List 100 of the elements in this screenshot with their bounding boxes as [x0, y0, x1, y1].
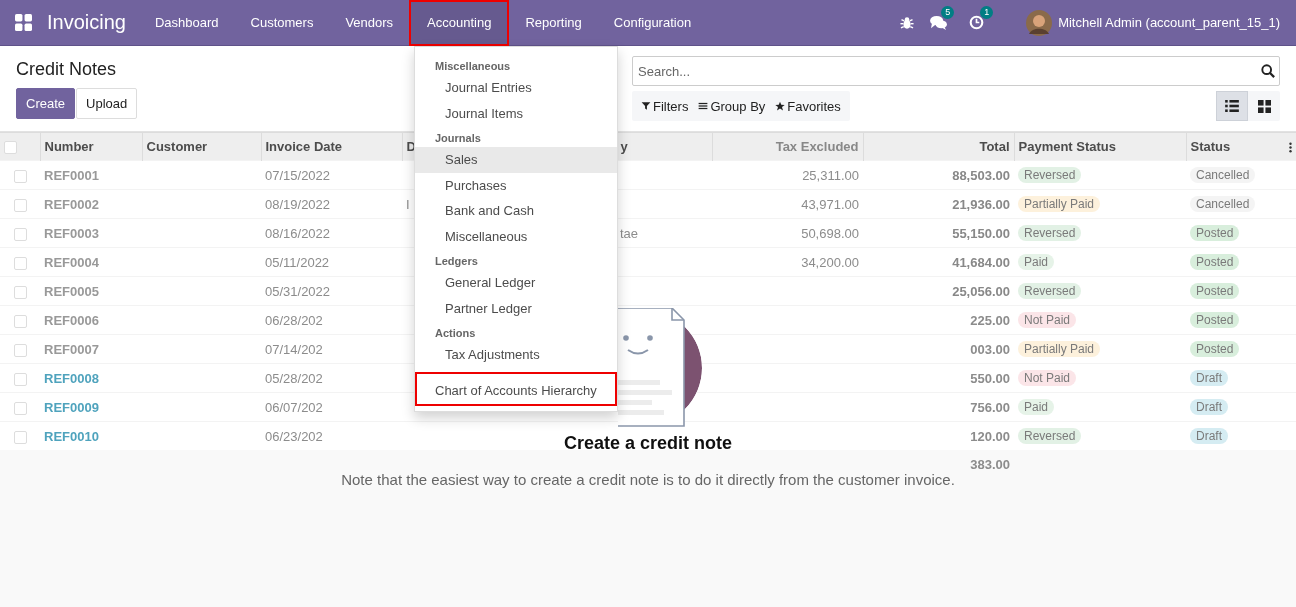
table-cell: REF0002 — [44, 196, 99, 212]
menu-item[interactable]: Journal Items — [415, 100, 617, 126]
row-checkbox[interactable] — [13, 372, 27, 386]
table-cell: REF0003 — [44, 225, 99, 241]
menu-item[interactable]: Purchases — [415, 172, 617, 198]
table-cell: 08/19/2022 — [265, 196, 331, 212]
status-tag: Posted — [1190, 254, 1240, 270]
column-header[interactable]: Payment Status — [1014, 132, 1186, 161]
status-tag: Posted — [1190, 283, 1240, 299]
list-view-icon — [1225, 100, 1239, 112]
status-tag: Posted — [1190, 225, 1240, 241]
payment-status-tag: Partially Paid — [1018, 341, 1101, 357]
payment-status-tag: Partially Paid — [1018, 196, 1101, 212]
table-cell: 43,971.00 — [801, 196, 859, 212]
row-checkbox[interactable] — [13, 227, 27, 241]
table-cell: 05/11/2022 — [265, 254, 330, 270]
create-button[interactable]: Create — [16, 88, 76, 119]
view-switch-button[interactable] — [1216, 91, 1248, 121]
table-cell: 07/15/2022 — [265, 167, 331, 183]
row-checkbox[interactable] — [13, 343, 27, 357]
filter-icon — [641, 101, 651, 111]
search-field[interactable]: Search... — [632, 56, 1280, 86]
menu-section-header: Miscellaneous — [434, 59, 512, 74]
column-header[interactable]: Invoice Date — [261, 132, 402, 161]
table-cell: REF0007 — [44, 341, 99, 357]
table-cell: 25,056.00 — [952, 283, 1010, 299]
table-cell: 07/14/202 — [265, 341, 323, 357]
status-tag: Posted — [1190, 341, 1240, 357]
menu-item[interactable]: General Ledger — [415, 270, 617, 296]
status-tag: Draft — [1190, 370, 1228, 386]
table-cell: 756.00 — [970, 399, 1010, 415]
nav-menu-item[interactable]: Reporting — [509, 0, 598, 46]
row-checkbox[interactable] — [13, 430, 27, 444]
notification-badge: 5 — [941, 6, 955, 19]
column-header[interactable]: Customer — [142, 132, 261, 161]
nav-menu-item[interactable]: Configuration — [597, 0, 708, 46]
bug-icon[interactable] — [900, 15, 915, 30]
table-cell: 06/07/202 — [265, 399, 323, 415]
table-cell: 50,698.00 — [801, 225, 859, 241]
app-title: Invoicing — [47, 11, 126, 34]
column-header[interactable]: Number — [40, 132, 142, 161]
table-cell: 41,684.00 — [952, 254, 1010, 270]
more-options-icon[interactable] — [1289, 142, 1292, 153]
table-cell: 550.00 — [970, 370, 1010, 386]
menu-item[interactable]: Tax Adjustments — [415, 342, 617, 368]
table-cell: 55,150.00 — [952, 225, 1010, 241]
user-name[interactable]: Mitchell Admin (account_parent_15_1) — [1058, 15, 1280, 30]
column-header[interactable]: Status — [1186, 132, 1296, 161]
payment-status-tag: Not Paid — [1018, 370, 1077, 386]
row-checkbox[interactable] — [13, 198, 27, 212]
nav-menu-item[interactable]: Vendors — [329, 0, 410, 46]
row-checkbox[interactable] — [13, 256, 27, 270]
row-checkbox[interactable] — [13, 401, 27, 415]
table-cell: 225.00 — [970, 312, 1010, 328]
table-cell: REF0006 — [44, 312, 99, 328]
status-tag: Cancelled — [1190, 167, 1256, 183]
nav-menu-item[interactable]: Customers — [234, 0, 330, 46]
filter-toggle[interactable]: Filters — [636, 91, 694, 121]
clock-icon[interactable] — [969, 15, 985, 30]
table-cell: 06/23/202 — [265, 428, 323, 444]
table-cell: 05/31/2022 — [265, 283, 331, 299]
chat-icon[interactable] — [930, 15, 948, 30]
notification-badge: 1 — [980, 6, 994, 19]
payment-status-tag: Reversed — [1018, 428, 1082, 444]
menu-item[interactable]: Miscellaneous — [415, 223, 617, 249]
empty-state-title: Create a credit note — [563, 433, 733, 454]
table-cell: 88,503.00 — [952, 167, 1010, 183]
table-cell: REF0001 — [44, 167, 99, 183]
menu-item[interactable]: Partner Ledger — [415, 295, 617, 321]
apps-menu-icon[interactable] — [15, 14, 32, 31]
avatar[interactable] — [1026, 9, 1053, 36]
nav-menu-item[interactable]: Dashboard — [138, 0, 235, 46]
star-icon — [775, 101, 786, 111]
page-title: Credit Notes — [16, 59, 117, 80]
status-tag: Draft — [1190, 399, 1228, 415]
filter-toggle[interactable]: Favorites — [770, 91, 846, 121]
menu-item[interactable]: Sales — [415, 147, 617, 173]
menu-item[interactable]: Chart of Accounts Hierarchy — [415, 371, 617, 406]
table-cell: 05/28/202 — [265, 370, 323, 386]
nav-menu-item[interactable]: Accounting — [409, 0, 510, 46]
row-checkbox[interactable] — [13, 314, 27, 328]
payment-status-tag: Reversed — [1018, 167, 1082, 183]
row-checkbox[interactable] — [13, 285, 27, 299]
upload-button[interactable]: Upload — [76, 88, 138, 119]
menu-item[interactable]: Journal Entries — [415, 75, 617, 101]
table-cell: 383.00 — [970, 456, 1010, 472]
menu-item[interactable]: Bank and Cash — [415, 198, 617, 224]
kanban-view-icon — [1257, 99, 1271, 113]
menu-section-header: Journals — [434, 131, 482, 146]
table-cell: 34,200.00 — [801, 254, 859, 270]
status-tag: Cancelled — [1190, 196, 1256, 212]
row-checkbox[interactable] — [4, 141, 17, 155]
row-checkbox[interactable] — [13, 169, 27, 183]
search-icon[interactable] — [1261, 64, 1275, 78]
payment-status-tag: Reversed — [1018, 225, 1082, 241]
table-cell: 08/16/2022 — [265, 225, 331, 241]
table-cell: 21,936.00 — [952, 196, 1010, 212]
status-tag: Draft — [1190, 428, 1228, 444]
column-header[interactable]: Total — [863, 132, 1014, 161]
filter-toggle[interactable]: Group By — [693, 91, 771, 121]
